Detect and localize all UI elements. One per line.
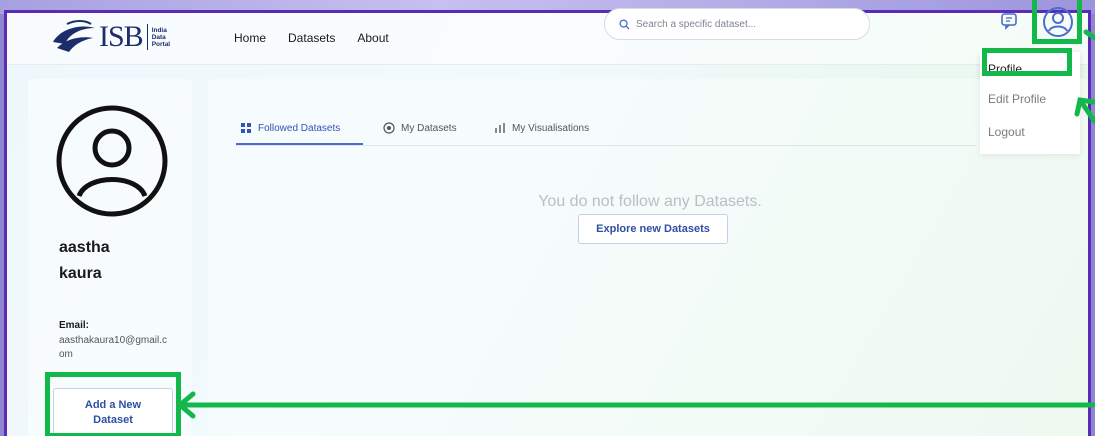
email-label: Email: [59, 320, 90, 331]
tab-my-visualisations[interactable]: My Visualisations [494, 121, 589, 135]
user-avatar-icon [56, 105, 168, 217]
user-name: aastha kaura [59, 235, 179, 287]
search-input[interactable] [636, 18, 856, 30]
logo-subtitle-line: India [151, 26, 167, 34]
logo-text: ISB [99, 20, 144, 53]
highlight-box-add-dataset [45, 372, 181, 436]
tabs-divider [236, 145, 976, 146]
tab-label: Followed Datasets [258, 122, 341, 134]
user-last-name: kaura [59, 265, 102, 282]
eye-icon [383, 122, 395, 134]
highlight-box-profile-button [1032, 0, 1082, 44]
logo-mark-icon [53, 20, 95, 52]
main-nav: Home Datasets About [234, 31, 411, 45]
logo-subtitle-line: Data [151, 33, 166, 41]
top-header: ISB India Data Portal Home Datasets Abou… [7, 13, 1088, 65]
tab-label: My Datasets [401, 122, 457, 134]
explore-datasets-button[interactable]: Explore new Datasets [578, 214, 728, 244]
bar-chart-icon [495, 123, 505, 133]
empty-state-message: You do not follow any Datasets. [538, 193, 762, 210]
logo-subtitle-line: Portal [151, 40, 171, 48]
grid-icon [241, 123, 251, 133]
nav-datasets[interactable]: Datasets [288, 31, 335, 45]
highlight-box-profile-menu-item [982, 48, 1072, 76]
logo-divider [146, 24, 148, 50]
nav-home[interactable]: Home [234, 31, 266, 45]
logo-subtitle: India Data Portal [152, 27, 170, 48]
feedback-chat-icon[interactable] [1000, 12, 1018, 30]
tab-followed-datasets[interactable]: Followed Datasets [240, 121, 340, 135]
nav-about[interactable]: About [357, 31, 388, 45]
tab-my-datasets[interactable]: My Datasets [383, 121, 457, 135]
isb-logo[interactable]: ISB India Data Portal [51, 15, 170, 59]
email-value: aasthakaura10@gmail.com [59, 335, 167, 360]
user-first-name: aastha [59, 239, 110, 256]
tab-label: My Visualisations [512, 122, 590, 134]
dataset-search-box[interactable] [604, 8, 870, 40]
search-icon [619, 18, 630, 30]
